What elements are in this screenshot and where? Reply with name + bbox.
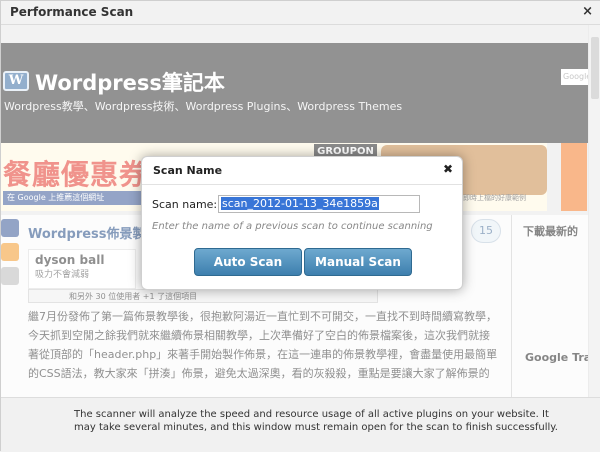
scan-name-hint: Enter the name of a previous scan to con… bbox=[152, 221, 433, 232]
window-titlebar: Performance Scan × bbox=[1, 1, 600, 25]
dialog-close-icon[interactable]: ✖ bbox=[443, 162, 453, 176]
scanner-description: The scanner will analyze the speed and r… bbox=[74, 409, 558, 433]
scan-name-input[interactable]: scan_2012-01-13_34e1859a bbox=[218, 195, 420, 213]
scan-name-label: Scan name: bbox=[152, 198, 218, 211]
scan-name-value: scan_2012-01-13_34e1859a bbox=[221, 197, 379, 210]
window-title: Performance Scan bbox=[10, 5, 134, 19]
dialog-header: Scan Name ✖ bbox=[142, 157, 462, 185]
auto-scan-button[interactable]: Auto Scan bbox=[194, 248, 302, 276]
performance-scan-window: Performance Scan × W Wordpress筆記本 Wordpr… bbox=[0, 0, 600, 452]
scan-name-dialog: Scan Name ✖ Scan name: scan_2012-01-13_3… bbox=[141, 156, 463, 290]
manual-scan-button[interactable]: Manual Scan bbox=[304, 248, 412, 276]
window-footer: The scanner will analyze the speed and r… bbox=[1, 397, 600, 452]
dialog-title: Scan Name bbox=[153, 164, 223, 177]
window-close-icon[interactable]: × bbox=[582, 4, 593, 19]
